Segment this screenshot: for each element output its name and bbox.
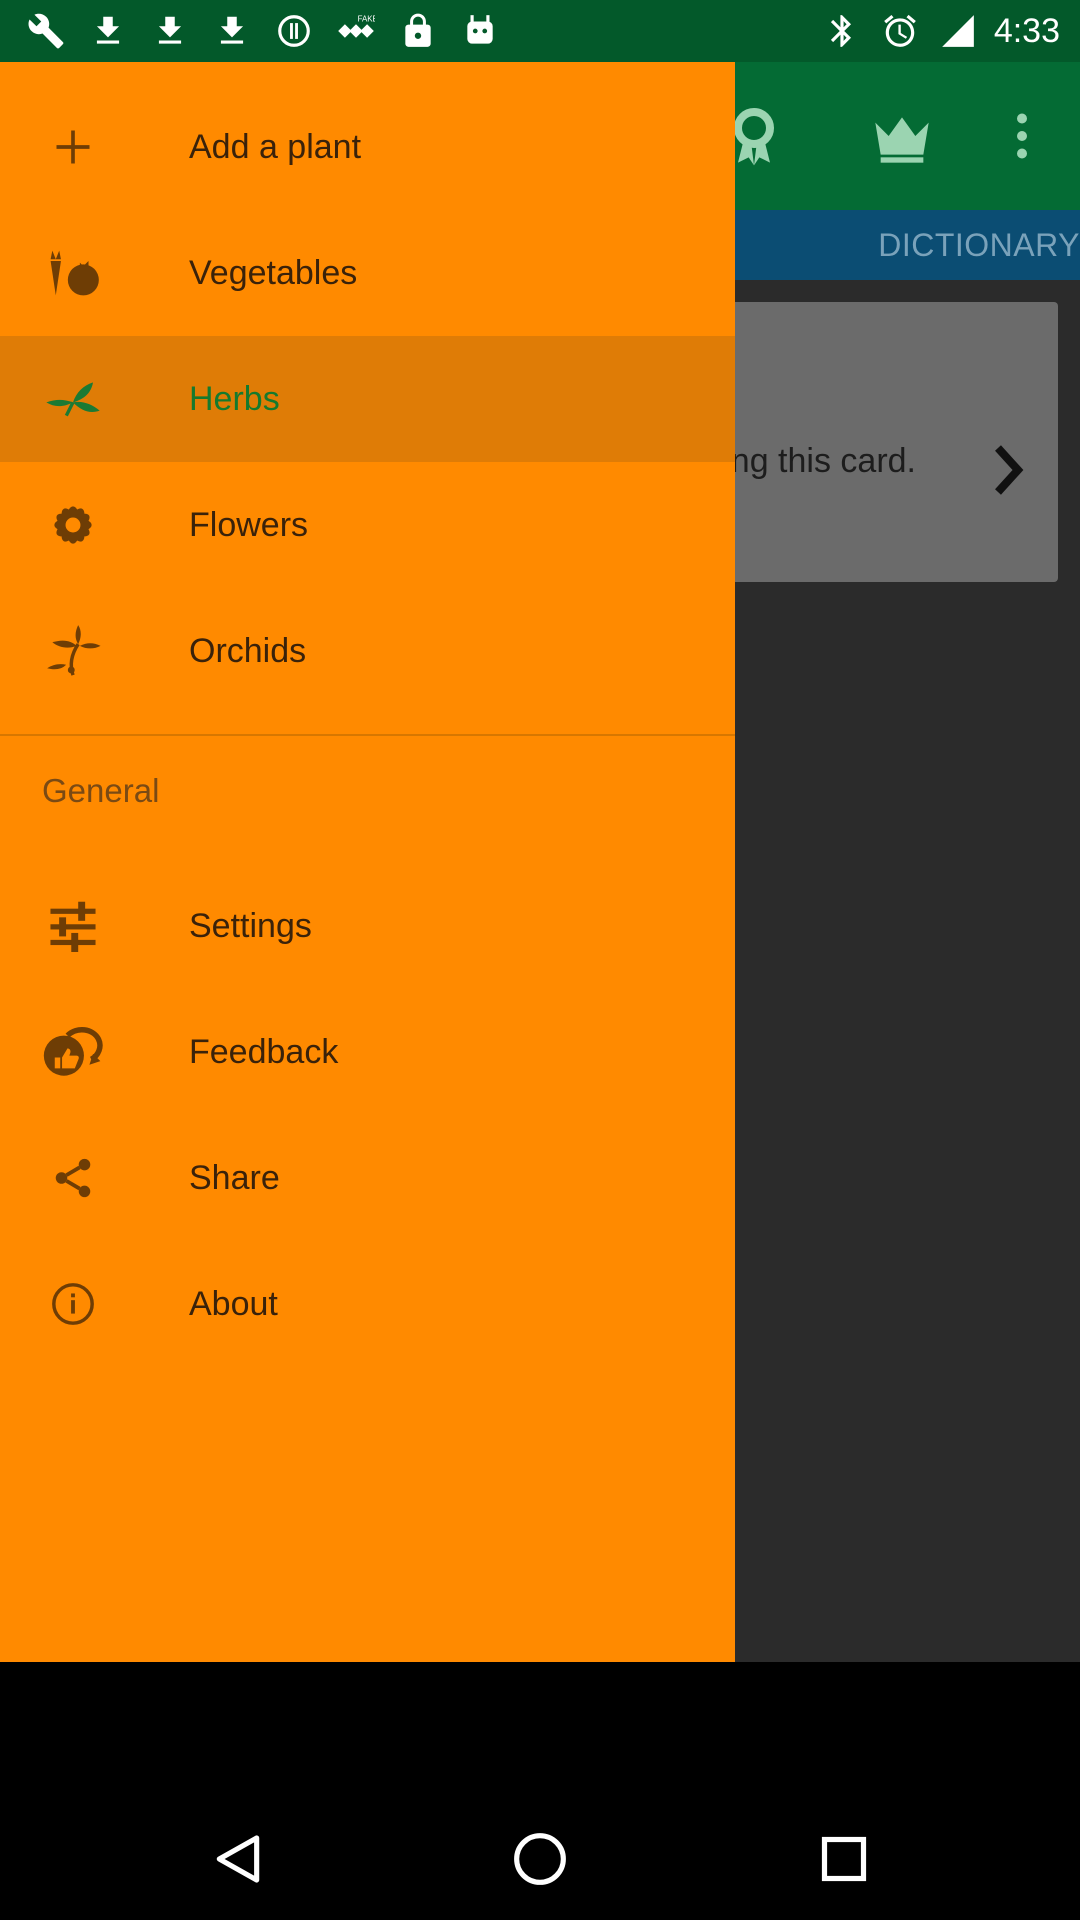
drawer-item-label: Share [189,1159,280,1197]
drawer-item-add-plant[interactable]: Add a plant [0,84,735,210]
lock-icon [396,10,440,52]
drawer-item-herbs[interactable]: Herbs [0,336,735,462]
status-time: 4:33 [993,11,1060,50]
drawer-item-label: Flowers [189,506,309,544]
info-icon [272,10,316,52]
wrench-icon [24,10,68,52]
drawer-item-label: Vegetables [189,254,358,292]
android-icon [458,10,502,52]
drawer-item-label: Add a plant [189,128,362,166]
system-nav-bar [0,1662,1080,1920]
download-icon [210,10,254,52]
info-card-text: ing this card. [723,442,916,480]
info-icon [38,1274,108,1334]
drawer-divider [0,734,735,736]
drawer-item-label: Herbs [189,380,280,418]
orchid-icon [38,621,108,681]
drawer-item-label: About [189,1285,278,1323]
alarm-icon [878,10,922,52]
flower-icon [38,495,108,555]
svg-text:FAKE: FAKE [358,15,375,24]
drawer-item-vegetables[interactable]: Vegetables [0,210,735,336]
recents-square-icon [821,1836,867,1882]
crown-icon[interactable] [862,96,942,176]
chevron-right-icon[interactable] [990,444,1030,496]
home-circle-icon [514,1833,566,1885]
drawer-item-label: Settings [189,907,312,945]
back-triangle-icon [216,1835,260,1883]
section-title-general: General [42,772,160,809]
drawer-item-label: Feedback [189,1033,339,1071]
home-button[interactable] [510,1829,570,1889]
herb-leaf-icon [38,369,108,429]
download-icon [86,10,130,52]
recents-button[interactable] [814,1829,874,1889]
drawer-item-about[interactable]: About [0,1241,735,1367]
drawer-item-settings[interactable]: Settings [0,863,735,989]
drawer-item-feedback[interactable]: Feedback [0,989,735,1115]
plus-icon [38,117,108,177]
vegetables-icon [38,243,108,303]
tab-dictionary[interactable]: DICTIONARY [878,210,1080,280]
feedback-icon [38,1022,108,1082]
status-right-icons: 4:33 [820,10,1060,52]
sliders-icon [38,896,108,956]
drawer-item-flowers[interactable]: Flowers [0,462,735,588]
status-bar: FAKE 4:33 [0,0,1080,62]
status-left-icons: FAKE [24,10,502,52]
back-button[interactable] [208,1829,268,1889]
drawer-item-orchids[interactable]: Orchids [0,588,735,714]
drawer-item-label: Orchids [189,632,307,670]
more-vert-icon[interactable] [982,96,1062,176]
drawer-item-share[interactable]: Share [0,1115,735,1241]
navigation-drawer: Add a plant Vegetables Herbs Flowers Orc… [0,62,735,1794]
share-icon [38,1148,108,1208]
download-icon [148,10,192,52]
signal-icon [936,10,980,52]
bluetooth-icon [820,10,864,52]
fake-gps-icon: FAKE [334,10,378,52]
